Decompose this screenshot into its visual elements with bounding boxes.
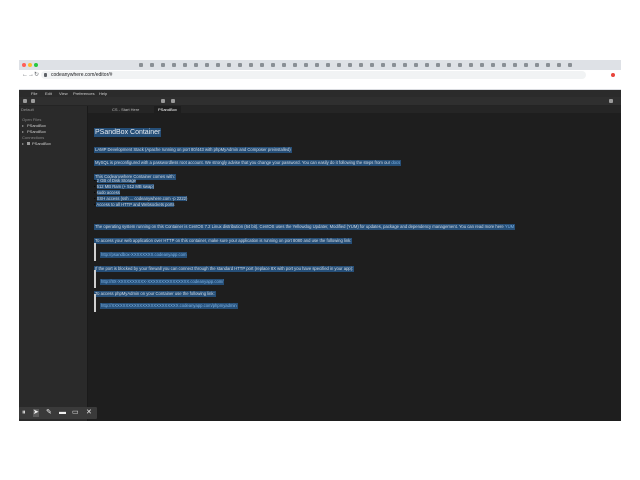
browser-toolbar: ← → ↻ codeanywhere.com/editor/#: [19, 70, 621, 80]
workspace-title: Default: [21, 107, 34, 112]
comment-icon[interactable]: ▭: [72, 409, 79, 417]
open-file-label: PSandBox: [27, 123, 46, 128]
menu-item-preferences[interactable]: Preferences: [73, 90, 95, 97]
browser-tab-favicon-icon[interactable]: [370, 63, 374, 67]
browser-tab-favicon-icon[interactable]: [348, 63, 352, 67]
menu-item-edit[interactable]: Edit: [45, 90, 52, 97]
browser-tab-favicon-icon[interactable]: [304, 63, 308, 67]
sidebar: Default Open Files ▸ PSandBox ▸ PSandBox C…: [19, 106, 88, 421]
tab-bar: [19, 60, 621, 70]
browser-tab-favicon-icon[interactable]: [469, 63, 473, 67]
browser-tab-favicon-icon[interactable]: [546, 63, 550, 67]
browser-tab-favicon-icon[interactable]: [139, 63, 143, 67]
browser-tab-favicon-icon[interactable]: [524, 63, 528, 67]
menu-item-help[interactable]: Help: [99, 90, 107, 97]
page-title: PSandBox Container: [94, 128, 162, 137]
ide-toolbar: [19, 97, 621, 106]
browser-tab-favicon-icon[interactable]: [194, 63, 198, 67]
annotation-toolbar: ⏸ ➤ ✎ ▬ ▭ ✕: [19, 407, 97, 419]
tab-start-here[interactable]: CS - Start Here: [108, 106, 143, 113]
browser-tab-favicon-icon[interactable]: [403, 63, 407, 67]
list-item-text: 2 GB of Disk Storage: [96, 178, 136, 183]
browser-tab-favicon-icon[interactable]: [414, 63, 418, 67]
browser-tab-favicon-icon[interactable]: [216, 63, 220, 67]
browser-tab-favicon-icon[interactable]: [535, 63, 539, 67]
browser-tab-favicon-icon[interactable]: [513, 63, 517, 67]
pause-icon[interactable]: ⏸: [22, 409, 26, 417]
browser-tab-favicon-icon[interactable]: [447, 63, 451, 67]
browser-tab-favicon-icon[interactable]: [425, 63, 429, 67]
browser-tab-favicon-icon[interactable]: [293, 63, 297, 67]
list-item-text: SSH access (ssh ... codeanywhere.com -p …: [96, 196, 188, 201]
reload-button[interactable]: ↻: [34, 71, 39, 79]
yum-link[interactable]: YUM: [505, 224, 514, 229]
browser-tab-favicon-icon[interactable]: [271, 63, 275, 67]
list-item-text: Access to all HTTP and Websockets ports: [96, 202, 175, 207]
menu-item-view[interactable]: View: [59, 90, 68, 97]
editor-pane: CS - Start Here PSandBox PSandBox Contai…: [88, 106, 621, 421]
save-icon[interactable]: [31, 99, 35, 103]
open-file-label: PSandBox: [27, 129, 46, 134]
maximize-window-dot[interactable]: [34, 63, 38, 67]
settings-icon[interactable]: [171, 99, 175, 103]
browser-tab-favicon-icon[interactable]: [381, 63, 385, 67]
connection-item[interactable]: ▸ PSandBox: [19, 141, 87, 147]
browser-tab-favicon-icon[interactable]: [557, 63, 561, 67]
tab-psandbox[interactable]: PSandBox: [154, 106, 181, 113]
browser-tab-favicon-icon[interactable]: [458, 63, 462, 67]
browser-tab-favicon-icon[interactable]: [491, 63, 495, 67]
browser-tab-favicon-icon[interactable]: [205, 63, 209, 67]
browser-tab-favicon-icon[interactable]: [326, 63, 330, 67]
run-icon[interactable]: [161, 99, 165, 103]
list-item: • Access to all HTTP and Websockets port…: [94, 202, 175, 207]
url-text: codeanywhere.com/editor/#: [51, 72, 113, 78]
browser-tab-favicon-icon[interactable]: [260, 63, 264, 67]
browser-tab-favicon-icon[interactable]: [161, 63, 165, 67]
pointer-icon[interactable]: ➤: [33, 409, 39, 417]
chevron-right-icon: ▸: [22, 129, 25, 134]
pen-icon[interactable]: ✎: [46, 409, 52, 417]
browser-tab-favicon-icon[interactable]: [359, 63, 363, 67]
address-bar[interactable]: codeanywhere.com/editor/#: [41, 71, 586, 79]
browser-window: ← → ↻ codeanywhere.com/editor/# AppsQuic…: [19, 60, 621, 421]
open-file-item[interactable]: ▸ PSandBox: [19, 129, 87, 135]
bookmarks-bar: AppsQuick ResourcesWelcome to INNAPPRemo…: [19, 80, 621, 90]
connection-label: PSandBox: [32, 141, 51, 146]
browser-tab-favicon-icon[interactable]: [568, 63, 572, 67]
browser-tab-favicon-icon[interactable]: [337, 63, 341, 67]
account-icon[interactable]: [609, 99, 613, 103]
editor-tabs: CS - Start Here PSandBox: [88, 106, 621, 113]
browser-tab-favicon-icon[interactable]: [480, 63, 484, 67]
browser-tab-favicon-icon[interactable]: [249, 63, 253, 67]
minimize-window-dot[interactable]: [28, 63, 32, 67]
docs-link[interactable]: docs: [391, 160, 400, 165]
list-item-text: 512 MB Ram (+ 512 MB swap): [96, 184, 155, 189]
browser-tab-favicon-icon[interactable]: [502, 63, 506, 67]
close-window-dot[interactable]: [22, 63, 26, 67]
profile-avatar[interactable]: [611, 73, 615, 77]
browser-tab-favicon-icon[interactable]: [436, 63, 440, 67]
container-icon: [27, 142, 30, 146]
new-file-icon[interactable]: [23, 99, 27, 103]
close-icon[interactable]: ✕: [86, 409, 92, 417]
browser-tab-favicon-icon[interactable]: [315, 63, 319, 67]
browser-tab-favicon-icon[interactable]: [238, 63, 242, 67]
chevron-right-icon: ▸: [22, 141, 25, 146]
lock-icon: [44, 73, 47, 77]
browser-tab-favicon-icon[interactable]: [392, 63, 396, 67]
browser-tab-favicon-icon[interactable]: [150, 63, 154, 67]
menu-item-file[interactable]: File: [31, 90, 37, 97]
ide-menubar: File Edit View Preferences Help: [19, 90, 621, 97]
phpmyadmin-link[interactable]: http://XXXXXXXXXXXXXXXXXXXXXXXX.codeanya…: [100, 303, 238, 309]
browser-tab-favicon-icon[interactable]: [183, 63, 187, 67]
highlighter-icon[interactable]: ▬: [59, 409, 66, 417]
browser-tab-favicon-icon[interactable]: [282, 63, 286, 67]
browser-tab-favicon-icon[interactable]: [172, 63, 176, 67]
list-item-text: sudo access: [96, 190, 120, 195]
browser-tab-favicon-icon[interactable]: [227, 63, 231, 67]
